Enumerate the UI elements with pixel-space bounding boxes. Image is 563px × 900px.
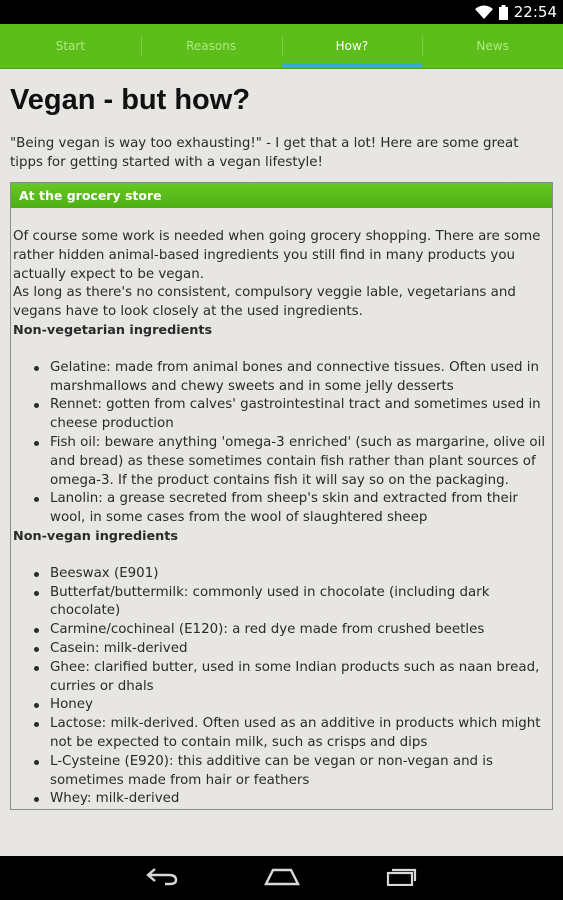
non-vegan-list: Beeswax (E901) Butterfat/buttermilk: com… bbox=[13, 565, 550, 809]
recents-icon bbox=[386, 866, 418, 890]
status-bar: 22:54 bbox=[0, 0, 563, 24]
home-button[interactable] bbox=[262, 863, 302, 893]
list-item: Casein: milk-derived bbox=[13, 640, 550, 659]
section-paragraph: Of course some work is needed when going… bbox=[13, 229, 541, 282]
tab-start[interactable]: Start bbox=[0, 24, 141, 68]
non-veg-list: Gelatine: made from animal bones and con… bbox=[13, 359, 550, 528]
home-icon bbox=[263, 866, 300, 890]
back-button[interactable] bbox=[142, 863, 182, 893]
section-header[interactable]: At the grocery store bbox=[11, 183, 552, 208]
list-item: Lanolin: a grease secreted from sheep's … bbox=[13, 490, 550, 528]
back-icon bbox=[145, 866, 179, 890]
section-paragraph: As long as there's no consistent, compul… bbox=[13, 285, 516, 320]
tab-how[interactable]: How? bbox=[281, 24, 423, 68]
tab-bar: Start Reasons How? News bbox=[0, 24, 563, 69]
wifi-icon bbox=[474, 5, 493, 19]
section-body: Of course some work is needed when going… bbox=[11, 208, 552, 809]
recents-button[interactable] bbox=[382, 863, 422, 893]
article-scroll-area[interactable]: Vegan - but how? "Being vegan is way too… bbox=[0, 70, 563, 856]
non-vegan-heading: Non-vegan ingredients bbox=[13, 528, 179, 544]
navigation-bar bbox=[0, 856, 563, 900]
list-item: Lactose: milk-derived. Often used as an … bbox=[13, 715, 550, 753]
battery-icon bbox=[498, 4, 508, 20]
list-item: Rennet: gotten from calves' gastrointest… bbox=[13, 396, 550, 434]
list-item: Carmine/cochineal (E120): a red dye made… bbox=[13, 621, 550, 640]
page-title: Vegan - but how? bbox=[10, 84, 251, 116]
list-item: L-Cysteine (E920): this additive can be … bbox=[13, 753, 550, 791]
list-item: Honey bbox=[13, 696, 550, 715]
non-veg-heading: Non-vegetarian ingredients bbox=[13, 322, 213, 338]
list-item: Beeswax (E901) bbox=[13, 565, 550, 584]
list-item: Butterfat/buttermilk: commonly used in c… bbox=[13, 584, 550, 622]
list-item: Gelatine: made from animal bones and con… bbox=[13, 359, 550, 397]
status-clock: 22:54 bbox=[513, 3, 557, 21]
intro-text: "Being vegan is way too exhausting!" - I… bbox=[10, 136, 519, 170]
tab-reasons[interactable]: Reasons bbox=[140, 24, 282, 68]
list-item: Ghee: clarified butter, used in some Ind… bbox=[13, 659, 550, 697]
list-item: Whey: milk-derived bbox=[13, 790, 550, 809]
tab-news[interactable]: News bbox=[422, 24, 563, 68]
list-item: Fish oil: beware anything 'omega-3 enric… bbox=[13, 434, 550, 490]
grocery-section: At the grocery store Of course some work… bbox=[10, 182, 553, 811]
